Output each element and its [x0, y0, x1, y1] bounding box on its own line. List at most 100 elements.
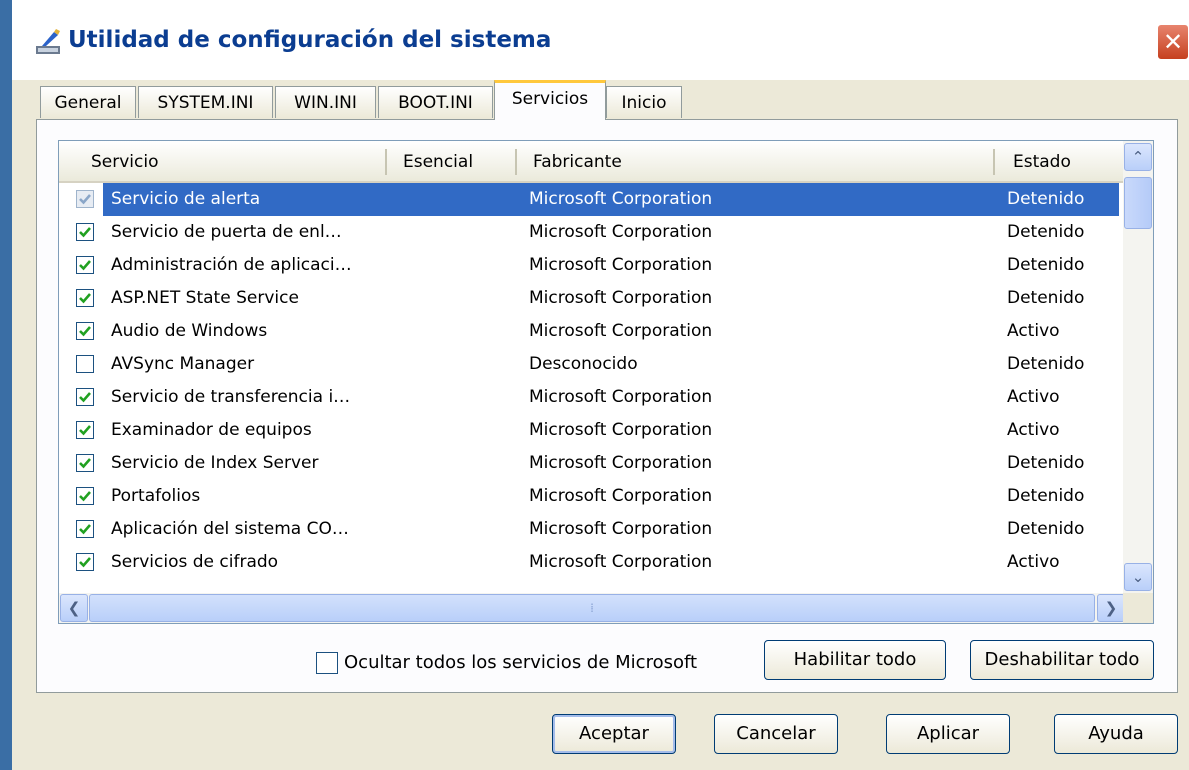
cell-estado: Activo	[1007, 387, 1060, 407]
checkmark-icon	[79, 293, 91, 304]
tab-boot-ini[interactable]: BOOT.INI	[378, 86, 493, 118]
cell-estado: Detenido	[1007, 255, 1085, 275]
cell-estado: Activo	[1007, 420, 1060, 440]
checkmark-icon	[79, 491, 91, 502]
checkmark-icon	[79, 524, 91, 535]
enable-all-button[interactable]: Habilitar todo	[764, 640, 946, 680]
cell-estado: Activo	[1007, 321, 1060, 341]
tab-system-ini[interactable]: SYSTEM.INI	[138, 86, 273, 118]
cell-servicio: Administración de aplicaci…	[111, 255, 352, 275]
tab-inicio[interactable]: Inicio	[606, 86, 682, 118]
service-row[interactable]: Aplicación del sistema CO… Microsoft Corp…	[59, 513, 1123, 546]
column-divider[interactable]	[385, 149, 387, 175]
service-checkbox[interactable]	[76, 388, 94, 406]
tab-win-ini[interactable]: WIN.INI	[275, 86, 376, 118]
service-checkbox[interactable]	[76, 487, 94, 505]
scroll-up-button[interactable]: ⌃	[1124, 143, 1152, 171]
checkmark-icon	[79, 260, 91, 271]
cell-fabricante: Microsoft Corporation	[529, 519, 713, 539]
column-divider[interactable]	[515, 149, 517, 175]
service-row[interactable]: AVSync Manager Desconocido Detenido	[59, 348, 1123, 381]
title-bar[interactable]: Utilidad de configuración del sistema ✕	[12, 0, 1189, 80]
tab-label: General	[54, 93, 122, 113]
horizontal-scroll-thumb[interactable]: ⁞	[89, 594, 1095, 622]
tab-label: BOOT.INI	[398, 93, 473, 113]
tab-label: SYSTEM.INI	[157, 93, 254, 113]
desktop-edge	[0, 0, 12, 770]
tab-label: Inicio	[621, 93, 667, 113]
tab-servicios[interactable]: Servicios	[494, 80, 606, 120]
service-checkbox[interactable]	[76, 421, 94, 439]
service-checkbox[interactable]	[76, 322, 94, 340]
column-divider[interactable]	[993, 149, 995, 175]
services-list[interactable]: Servicio Esencial Fabricante Estado Serv…	[58, 140, 1154, 624]
cell-estado: Detenido	[1007, 189, 1085, 209]
column-header-servicio[interactable]: Servicio	[91, 141, 159, 181]
cell-fabricante: Microsoft Corporation	[529, 453, 713, 473]
service-row[interactable]: Servicio de puerta de enl… Microsoft Corp…	[59, 216, 1123, 249]
tab-general[interactable]: General	[40, 86, 136, 118]
checkmark-icon	[79, 458, 91, 469]
column-header-fabricante[interactable]: Fabricante	[533, 141, 622, 181]
scrollbar-corner	[1123, 593, 1153, 623]
cell-fabricante: Microsoft Corporation	[529, 321, 713, 341]
checkbox[interactable]	[316, 652, 338, 674]
cell-estado: Detenido	[1007, 288, 1085, 308]
cell-fabricante: Microsoft Corporation	[529, 189, 713, 209]
cell-servicio: Servicio de transferencia i…	[111, 387, 351, 407]
column-header-esencial[interactable]: Esencial	[403, 141, 473, 181]
service-checkbox[interactable]	[76, 553, 94, 571]
cell-estado: Detenido	[1007, 354, 1085, 374]
service-checkbox[interactable]	[76, 256, 94, 274]
scroll-left-button[interactable]: ❮	[60, 594, 88, 622]
msconfig-app-icon	[36, 29, 60, 54]
service-row[interactable]: Servicio de transferencia i… Microsoft Co…	[59, 381, 1123, 414]
service-checkbox[interactable]	[76, 355, 94, 373]
vertical-scrollbar[interactable]: ⌃ ⌄	[1123, 141, 1153, 593]
cell-fabricante: Microsoft Corporation	[529, 387, 713, 407]
ok-button[interactable]: Aceptar	[552, 714, 676, 754]
service-row[interactable]: Servicios de cifrado Microsoft Corporatio…	[59, 546, 1123, 579]
service-checkbox[interactable]	[76, 289, 94, 307]
apply-button[interactable]: Aplicar	[886, 714, 1010, 754]
close-button[interactable]: ✕	[1157, 24, 1189, 60]
cell-servicio: Portafolios	[111, 486, 201, 506]
checkmark-icon	[79, 425, 91, 436]
checkmark-icon	[79, 194, 91, 205]
cell-servicio: Servicio de alerta	[111, 189, 261, 209]
service-row[interactable]: Servicio de Index Server Microsoft Corpor…	[59, 447, 1123, 480]
vertical-scroll-thumb[interactable]	[1124, 177, 1152, 229]
service-row[interactable]: Audio de Windows Microsoft Corporation Act…	[59, 315, 1123, 348]
service-checkbox[interactable]	[76, 520, 94, 538]
chevron-right-icon: ❯	[1104, 599, 1118, 617]
cell-fabricante: Microsoft Corporation	[529, 486, 713, 506]
cell-fabricante: Microsoft Corporation	[529, 552, 713, 572]
column-header-estado[interactable]: Estado	[1013, 141, 1071, 181]
cell-estado: Detenido	[1007, 453, 1085, 473]
service-row[interactable]: Portafolios Microsoft Corporation Detenido	[59, 480, 1123, 513]
service-row[interactable]: Administración de aplicaci… Microsoft Cor…	[59, 249, 1123, 282]
cell-servicio: Aplicación del sistema CO…	[111, 519, 349, 539]
cell-fabricante: Microsoft Corporation	[529, 222, 713, 242]
checkmark-icon	[79, 557, 91, 568]
system-config-window: Utilidad de configuración del sistema ✕ …	[12, 0, 1189, 770]
cell-fabricante: Microsoft Corporation	[529, 255, 713, 275]
help-button[interactable]: Ayuda	[1054, 714, 1178, 754]
scroll-right-button[interactable]: ❯	[1097, 594, 1125, 622]
cell-estado: Activo	[1007, 552, 1060, 572]
service-checkbox[interactable]	[76, 223, 94, 241]
service-checkbox[interactable]	[76, 454, 94, 472]
cell-servicio: Servicio de puerta de enl…	[111, 222, 342, 242]
scroll-down-button[interactable]: ⌄	[1124, 563, 1152, 591]
checkmark-icon	[79, 326, 91, 337]
service-row[interactable]: ASP.NET State Service Microsoft Corporati…	[59, 282, 1123, 315]
service-row[interactable]: Servicio de alerta Microsoft Corporation D…	[59, 183, 1123, 216]
cancel-button[interactable]: Cancelar	[714, 714, 838, 754]
service-row[interactable]: Examinador de equipos Microsoft Corporati…	[59, 414, 1123, 447]
cell-fabricante: Microsoft Corporation	[529, 288, 713, 308]
disable-all-button[interactable]: Deshabilitar todo	[970, 640, 1154, 680]
cell-fabricante: Desconocido	[529, 354, 638, 374]
chevron-down-icon: ⌄	[1131, 568, 1145, 586]
horizontal-scrollbar[interactable]: ❮ ⁞ ❯	[59, 593, 1153, 623]
service-checkbox[interactable]	[76, 190, 94, 208]
